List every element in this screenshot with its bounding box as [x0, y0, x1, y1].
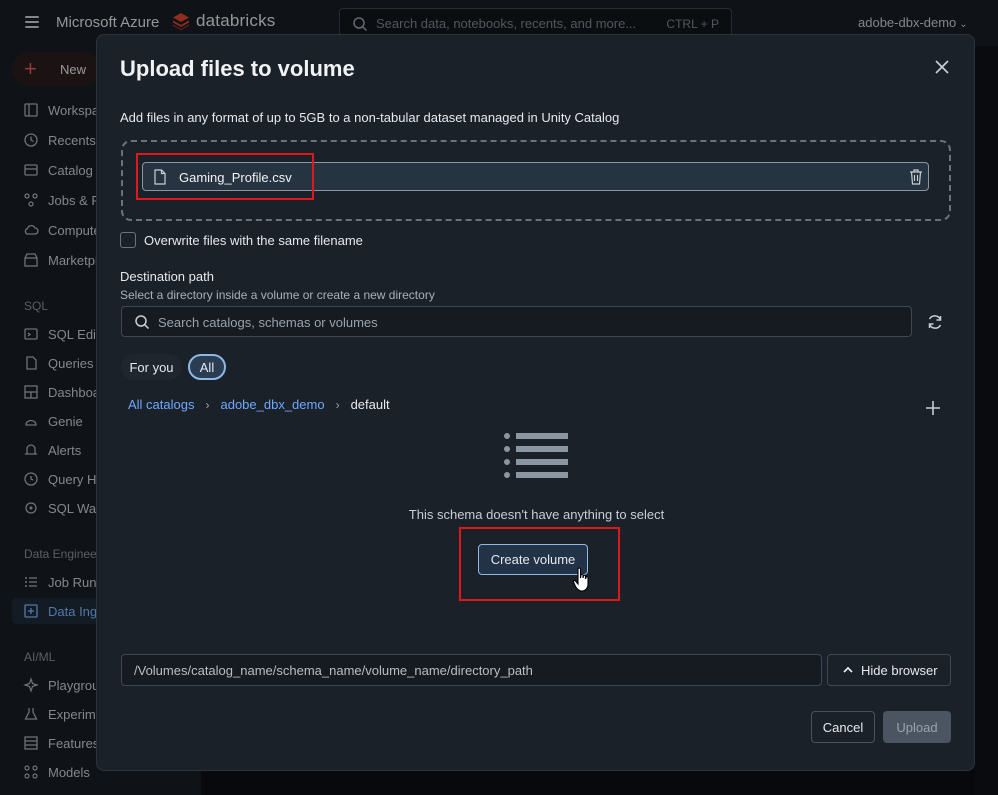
- upload-button[interactable]: Upload: [883, 711, 951, 743]
- destination-path-label: Destination path: [120, 269, 214, 284]
- upload-files-dialog: Upload files to volume Add files in any …: [96, 34, 975, 771]
- destination-path-help: Select a directory inside a volume or cr…: [120, 288, 435, 302]
- overwrite-label: Overwrite files with the same filename: [144, 233, 363, 248]
- hide-browser-label: Hide browser: [861, 663, 938, 678]
- create-volume-highlight-box: [459, 527, 620, 601]
- hand-cursor-icon: [572, 567, 589, 592]
- overwrite-checkbox[interactable]: [120, 232, 136, 248]
- breadcrumb: All catalogs › adobe_dbx_demo › default: [128, 397, 390, 412]
- empty-state-message: This schema doesn't have anything to sel…: [408, 507, 665, 522]
- file-highlight-box: [136, 153, 314, 200]
- refresh-icon[interactable]: [926, 313, 944, 331]
- destination-path-placeholder: /Volumes/catalog_name/schema_name/volume…: [134, 663, 533, 678]
- empty-list-icon: [504, 433, 568, 478]
- chevron-right-icon: ›: [205, 397, 210, 412]
- close-icon[interactable]: [933, 58, 951, 76]
- chevron-right-icon: ›: [335, 397, 340, 412]
- plus-icon[interactable]: [925, 400, 941, 416]
- breadcrumb-schema: default: [350, 397, 390, 412]
- destination-search-placeholder: Search catalogs, schemas or volumes: [158, 315, 378, 330]
- chevron-up-icon: [843, 666, 853, 673]
- breadcrumb-all-catalogs[interactable]: All catalogs: [128, 397, 194, 412]
- trash-icon[interactable]: [908, 168, 924, 186]
- destination-path-input[interactable]: /Volumes/catalog_name/schema_name/volume…: [121, 654, 822, 686]
- cancel-button[interactable]: Cancel: [811, 711, 875, 743]
- dialog-title: Upload files to volume: [120, 56, 355, 81]
- filter-chip-for-you[interactable]: For you: [121, 354, 182, 380]
- filter-chip-all[interactable]: All: [188, 354, 226, 380]
- breadcrumb-catalog[interactable]: adobe_dbx_demo: [220, 397, 324, 412]
- destination-search-input[interactable]: Search catalogs, schemas or volumes: [121, 306, 912, 337]
- search-icon: [135, 315, 150, 330]
- dialog-description: Add files in any format of up to 5GB to …: [120, 110, 620, 125]
- hide-browser-button[interactable]: Hide browser: [827, 654, 951, 686]
